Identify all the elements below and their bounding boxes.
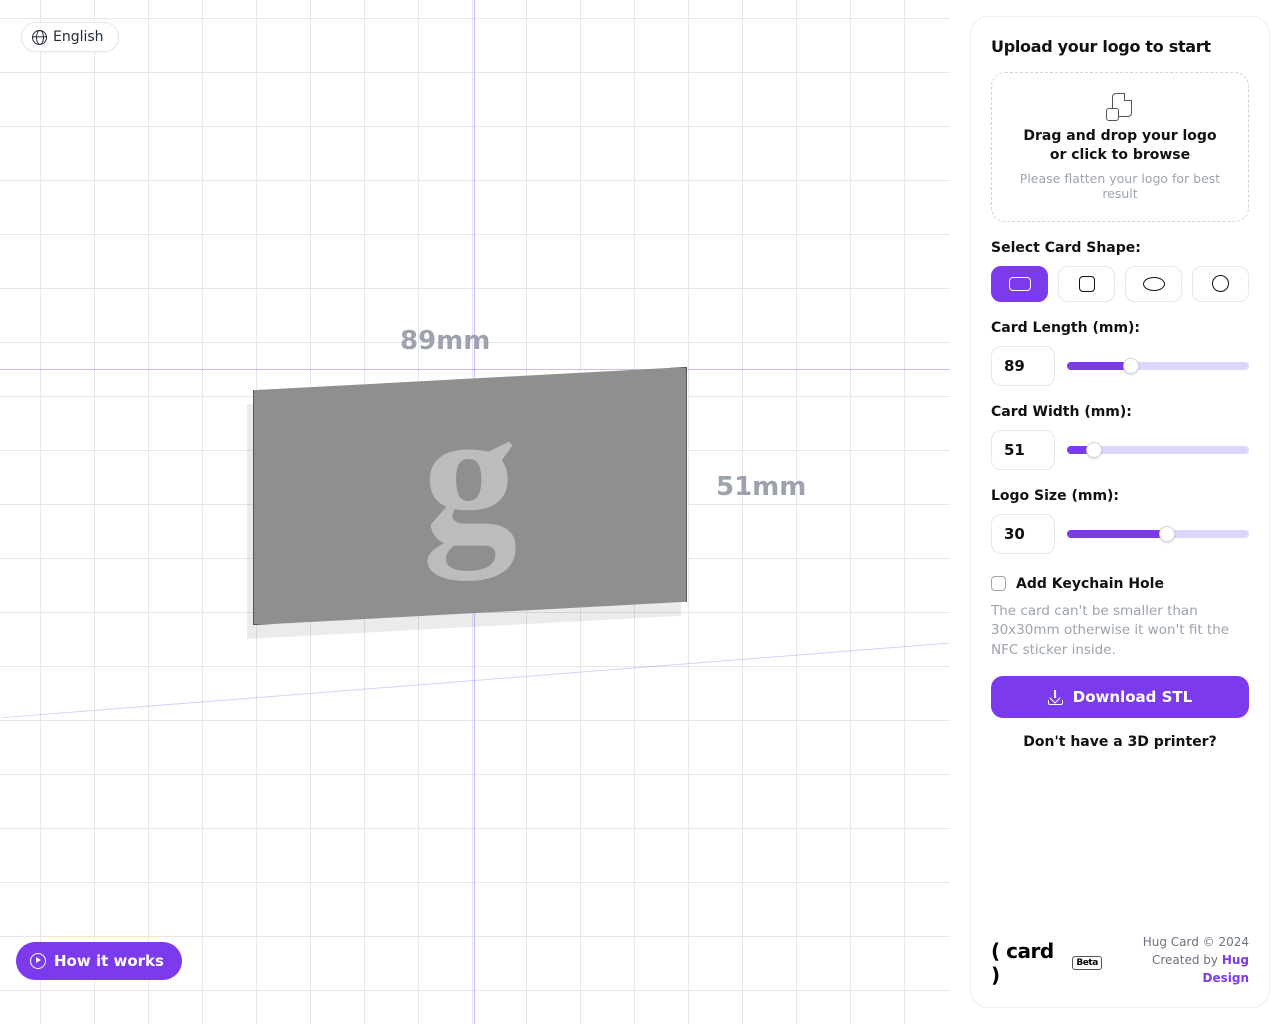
dropzone-text: Drag and drop your logo or click to brow…: [1016, 127, 1224, 165]
sidebar-footer: ( card ) Beta Hug Card © 2024 Created by…: [991, 933, 1249, 987]
length-slider[interactable]: [1067, 362, 1249, 370]
shape-ellipse[interactable]: [1125, 266, 1182, 302]
keychain-row[interactable]: Add Keychain Hole: [991, 576, 1249, 592]
created-by: Created by: [1152, 953, 1222, 967]
globe-icon: [32, 30, 47, 45]
brand-logo: ( card ) Beta: [991, 939, 1102, 987]
shape-label: Select Card Shape:: [991, 240, 1249, 256]
download-icon: [1048, 690, 1063, 705]
shape-circle[interactable]: [1192, 266, 1249, 302]
rectangle-icon: [1009, 277, 1031, 291]
size-note: The card can't be smaller than 30x30mm o…: [991, 602, 1249, 661]
download-label: Download STL: [1073, 688, 1192, 706]
logo-glyph: g: [423, 381, 518, 571]
logo-size-slider[interactable]: [1067, 530, 1249, 538]
perspective-line: [1, 643, 948, 719]
ellipse-icon: [1143, 277, 1165, 291]
file-upload-icon: [1108, 93, 1132, 119]
upload-dropzone[interactable]: Drag and drop your logo or click to brow…: [991, 72, 1249, 222]
how-label: How it works: [54, 952, 164, 970]
logo-size-label: Logo Size (mm):: [991, 488, 1249, 504]
shape-selector: [991, 266, 1249, 302]
slider-fill: [1067, 530, 1167, 538]
length-input[interactable]: 89: [991, 346, 1055, 386]
copyright: Hug Card © 2024: [1102, 933, 1249, 951]
footer-text: Hug Card © 2024 Created by Hug Design: [1102, 933, 1249, 987]
width-input[interactable]: 51: [991, 430, 1055, 470]
slider-fill: [1067, 362, 1131, 370]
download-stl-button[interactable]: Download STL: [991, 676, 1249, 718]
shape-rectangle[interactable]: [991, 266, 1048, 302]
brand-text: ( card ): [991, 939, 1068, 987]
play-icon: [30, 953, 46, 969]
how-it-works-button[interactable]: How it works: [16, 942, 182, 980]
language-label: English: [53, 29, 104, 45]
logo-size-input[interactable]: 30: [991, 514, 1055, 554]
slider-thumb[interactable]: [1086, 442, 1102, 458]
card-preview[interactable]: g: [253, 367, 687, 625]
square-icon: [1079, 276, 1095, 292]
length-label: Card Length (mm):: [991, 320, 1249, 336]
width-label: Card Width (mm):: [991, 404, 1249, 420]
dimension-width-label: 51mm: [716, 472, 806, 502]
no-printer-link[interactable]: Don't have a 3D printer?: [991, 734, 1249, 750]
canvas-3d-view[interactable]: 89mm 51mm g: [0, 0, 950, 1024]
sidebar-title: Upload your logo to start: [991, 37, 1249, 56]
language-selector[interactable]: English: [21, 22, 119, 52]
circle-icon: [1212, 275, 1229, 292]
keychain-checkbox[interactable]: [991, 576, 1006, 591]
keychain-label: Add Keychain Hole: [1016, 576, 1164, 592]
slider-thumb[interactable]: [1159, 526, 1175, 542]
card-face: g: [253, 367, 687, 625]
width-slider[interactable]: [1067, 446, 1249, 454]
shape-square[interactable]: [1058, 266, 1115, 302]
dimension-length-label: 89mm: [400, 326, 490, 356]
beta-badge: Beta: [1072, 956, 1101, 970]
slider-thumb[interactable]: [1123, 358, 1139, 374]
settings-sidebar: Upload your logo to start Drag and drop …: [970, 16, 1270, 1008]
dropzone-subtext: Please flatten your logo for best result: [1016, 171, 1224, 201]
